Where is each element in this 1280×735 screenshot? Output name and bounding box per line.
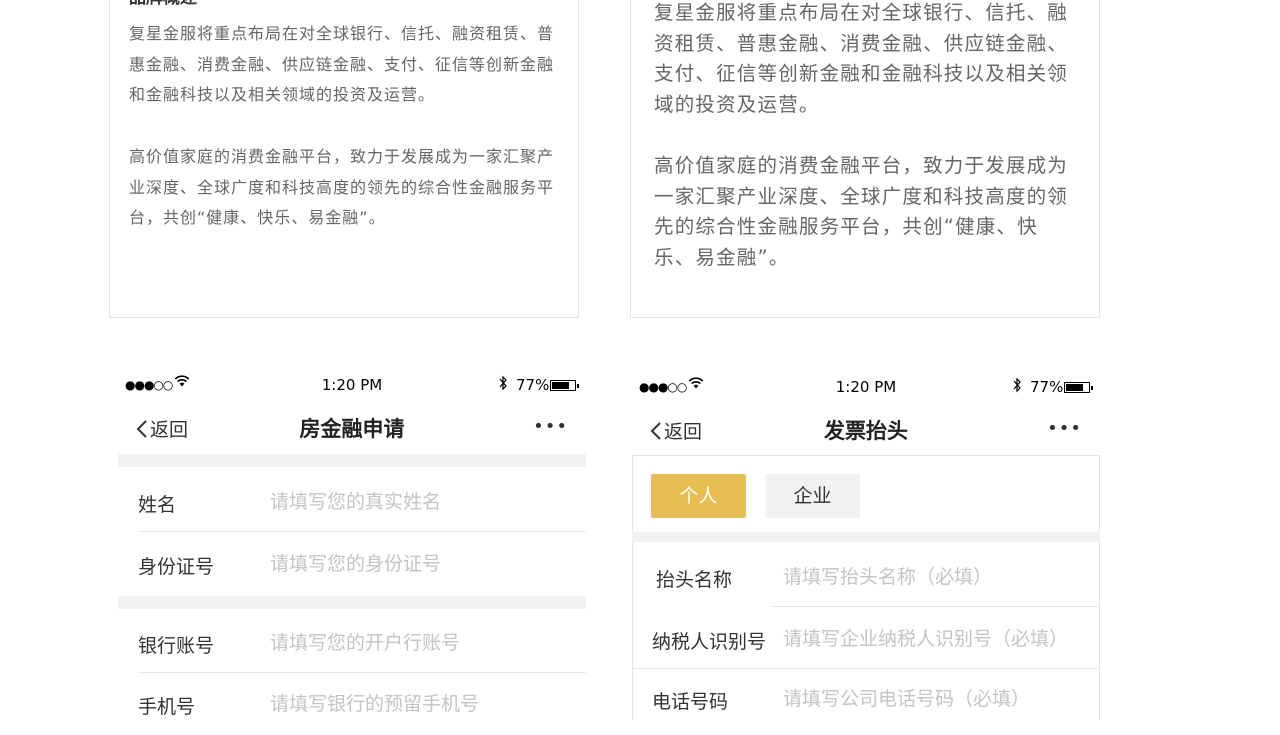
more-icon[interactable]: ••• bbox=[533, 416, 568, 437]
form-row-phone: 手机号 bbox=[118, 673, 586, 735]
bluetooth-icon bbox=[498, 375, 508, 395]
battery-percent: 77% bbox=[516, 376, 550, 394]
taxpayer-id-input[interactable] bbox=[783, 624, 1093, 654]
phone-input[interactable] bbox=[270, 689, 570, 719]
card-paragraph-2: 高价值家庭的消费金融平台，致力于发展成为一家汇聚产业深度、全球广度和科技高度的领… bbox=[129, 147, 555, 227]
divider bbox=[632, 455, 1100, 456]
form-row-telephone: 电话号码 bbox=[632, 668, 1100, 730]
divider bbox=[138, 531, 586, 532]
bank-account-input[interactable] bbox=[270, 628, 570, 658]
invoice-title-screen: ●●●○○ 1:20 PM 77% 返回 发票抬头 ••• 个人 企业 抬头名称… bbox=[632, 372, 1100, 720]
form-row-id-number: 身份证号 bbox=[118, 533, 586, 595]
id-number-label: 身份证号 bbox=[138, 556, 215, 578]
card-paragraph-1: 复星金服将重点布局在对全球银行、信托、融资租赁、普惠金融、消费金融、供应链金融、… bbox=[129, 24, 555, 104]
section-gap bbox=[118, 596, 586, 609]
name-input[interactable] bbox=[270, 487, 570, 517]
status-bar: ●●●○○ 1:20 PM 77% bbox=[632, 372, 1100, 402]
invoice-title-label: 抬头名称 bbox=[656, 569, 733, 591]
id-number-input[interactable] bbox=[270, 549, 570, 579]
phone-label: 手机号 bbox=[138, 696, 196, 718]
nav-bar: 返回 房金融申请 ••• bbox=[118, 406, 586, 450]
telephone-label: 电话号码 bbox=[652, 691, 729, 713]
form-row-name: 姓名 bbox=[118, 471, 586, 533]
taxpayer-id-label: 纳税人识别号 bbox=[652, 631, 767, 653]
description-card-right: 复星金服将重点布局在对全球银行、信托、融资租赁、普惠金融、消费金融、供应链金融、… bbox=[630, 0, 1100, 318]
segment-company[interactable]: 企业 bbox=[765, 474, 860, 518]
page-title: 房金融申请 bbox=[299, 417, 405, 441]
segment-personal[interactable]: 个人 bbox=[651, 474, 746, 518]
battery-percent: 77% bbox=[1030, 378, 1064, 396]
status-bar: ●●●○○ 1:20 PM 77% bbox=[118, 370, 586, 400]
section-gap bbox=[118, 454, 586, 467]
bluetooth-icon bbox=[1012, 377, 1022, 397]
more-icon[interactable]: ••• bbox=[1047, 418, 1082, 439]
divider bbox=[772, 606, 1100, 607]
card-paragraph-1: 复星金服将重点布局在对全球银行、信托、融资租赁、普惠金融、消费金融、供应链金融、… bbox=[654, 1, 1069, 116]
description-card-left: 品牌概述 复星金服将重点布局在对全球银行、信托、融资租赁、普惠金融、消费金融、供… bbox=[109, 0, 579, 318]
nav-bar: 返回 发票抬头 ••• bbox=[632, 408, 1100, 452]
form-row-bank-account: 银行账号 bbox=[118, 612, 586, 674]
telephone-input[interactable] bbox=[783, 684, 1093, 714]
loan-application-screen: ●●●○○ 1:20 PM 77% 返回 房金融申请 ••• 姓名 身份证号 银… bbox=[118, 370, 586, 720]
bank-account-label: 银行账号 bbox=[138, 635, 215, 657]
battery-icon bbox=[1064, 382, 1093, 393]
form-row-taxpayer-id: 纳税人识别号 bbox=[632, 608, 1100, 670]
form-row-invoice-title: 抬头名称 bbox=[632, 546, 1100, 608]
section-gap bbox=[632, 532, 1100, 542]
card-paragraph-2: 高价值家庭的消费金融平台，致力于发展成为一家汇聚产业深度、全球广度和科技高度的领… bbox=[654, 154, 1069, 269]
battery-icon bbox=[550, 380, 579, 391]
name-label: 姓名 bbox=[138, 494, 177, 516]
page-title: 发票抬头 bbox=[824, 419, 908, 443]
invoice-title-input[interactable] bbox=[783, 562, 1093, 592]
card-title: 品牌概述 bbox=[129, 0, 197, 8]
